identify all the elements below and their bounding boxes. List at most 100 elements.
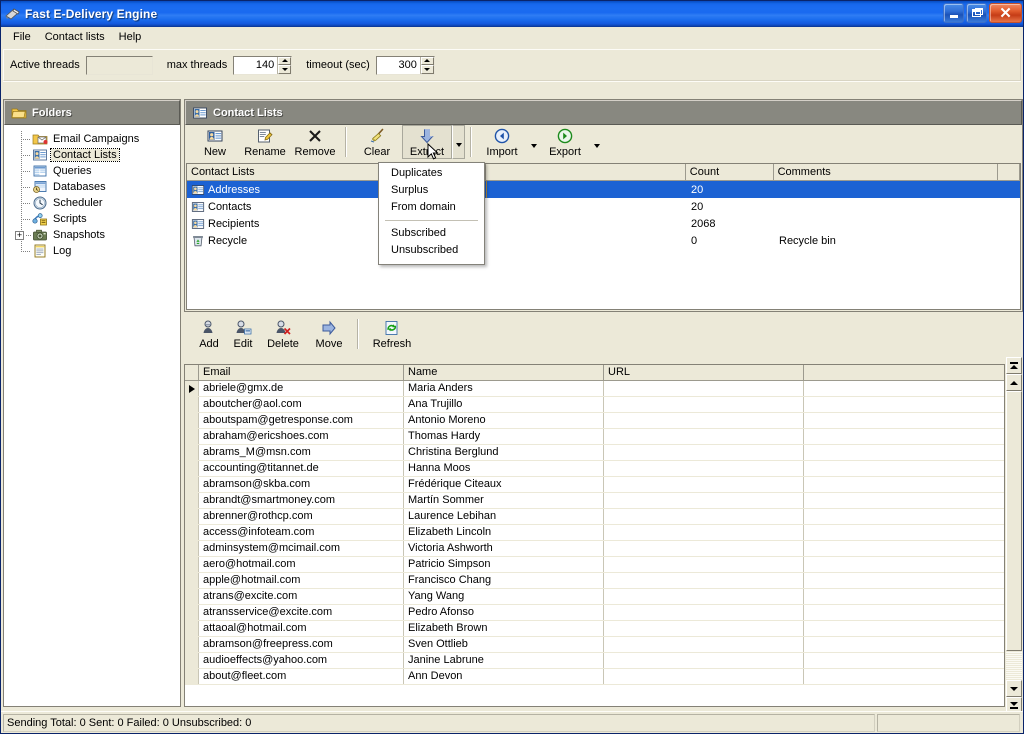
table-row[interactable]: aboutcher@aol.com Ana Trujillo	[185, 397, 1004, 413]
cell-name[interactable]: Pedro Afonso	[404, 605, 604, 620]
cell-name[interactable]: Martín Sommer	[404, 493, 604, 508]
cell-name[interactable]: Maria Anders	[404, 381, 604, 396]
column-header-count[interactable]: Count	[685, 164, 774, 180]
table-row[interactable]: Contacts 20	[187, 198, 1020, 215]
cell-url[interactable]	[604, 461, 804, 476]
cell-email[interactable]: audioeffects@yahoo.com	[199, 653, 404, 668]
cell-url[interactable]	[604, 445, 804, 460]
current-row-marker[interactable]	[185, 381, 199, 396]
scroll-down-button[interactable]	[1006, 680, 1022, 697]
sidebar-item-contact-lists[interactable]: Contact Lists	[10, 147, 180, 163]
cell-email[interactable]: atrans@excite.com	[199, 589, 404, 604]
row-marker[interactable]	[185, 509, 199, 524]
table-row[interactable]: aboutspam@getresponse.com Antonio Moreno	[185, 413, 1004, 429]
row-marker[interactable]	[185, 397, 199, 412]
scrollbar-track[interactable]	[1006, 651, 1022, 680]
table-row[interactable]: abramson@skba.com Frédérique Citeaux	[185, 477, 1004, 493]
table-row[interactable]: Recipients 2068	[187, 215, 1020, 232]
cell-name[interactable]: Francisco Chang	[404, 573, 604, 588]
cell-email[interactable]: aboutcher@aol.com	[199, 397, 404, 412]
scroll-up-button[interactable]	[1006, 374, 1022, 391]
cell-email[interactable]: abraham@ericshoes.com	[199, 429, 404, 444]
row-marker[interactable]	[185, 557, 199, 572]
column-header-comments[interactable]: Comments	[773, 164, 999, 180]
row-marker[interactable]	[185, 525, 199, 540]
table-row[interactable]: audioeffects@yahoo.com Janine Labrune	[185, 653, 1004, 669]
cell-url[interactable]	[604, 525, 804, 540]
scroll-to-top-button[interactable]	[1006, 357, 1022, 374]
cell-url[interactable]	[604, 669, 804, 684]
table-row[interactable]: abriele@gmx.de Maria Anders	[185, 381, 1004, 397]
cell-url[interactable]	[604, 637, 804, 652]
cell-url[interactable]	[604, 477, 804, 492]
edit-contact-button[interactable]: Edit	[226, 317, 260, 350]
cell-email[interactable]: attaoal@hotmail.com	[199, 621, 404, 636]
row-marker[interactable]	[185, 669, 199, 684]
sidebar-item-scheduler[interactable]: Scheduler	[10, 195, 180, 211]
table-row[interactable]: abraham@ericshoes.com Thomas Hardy	[185, 429, 1004, 445]
table-row[interactable]: accounting@titannet.de Hanna Moos	[185, 461, 1004, 477]
column-header-url[interactable]: URL	[604, 365, 804, 380]
menu-item-surplus[interactable]: Surplus	[379, 182, 484, 199]
cell-name[interactable]: Frédérique Citeaux	[404, 477, 604, 492]
sidebar-item-queries[interactable]: Queries	[10, 163, 180, 179]
timeout-spin-down[interactable]	[420, 65, 434, 74]
folders-tree[interactable]: Email Campaigns Contact Lists Queries Da…	[4, 125, 180, 706]
new-list-button[interactable]: New	[190, 125, 240, 158]
row-marker[interactable]	[185, 573, 199, 588]
cell-email[interactable]: aboutspam@getresponse.com	[199, 413, 404, 428]
expand-snapshots-icon[interactable]: +	[15, 231, 24, 240]
table-row[interactable]: atrans@excite.com Yang Wang	[185, 589, 1004, 605]
cell-url[interactable]	[604, 653, 804, 668]
row-marker[interactable]	[185, 541, 199, 556]
row-marker[interactable]	[185, 605, 199, 620]
table-row[interactable]: abrenner@rothcp.com Laurence Lebihan	[185, 509, 1004, 525]
timeout-stepper[interactable]: 300	[375, 55, 435, 75]
sidebar-item-snapshots[interactable]: + Snapshots	[10, 227, 180, 243]
cell-url[interactable]	[604, 573, 804, 588]
timeout-value[interactable]: 300	[376, 56, 420, 74]
cell-email[interactable]: access@infoteam.com	[199, 525, 404, 540]
maximize-button[interactable]	[966, 3, 987, 23]
cell-name[interactable]: Victoria Ashworth	[404, 541, 604, 556]
menu-item-subscribed[interactable]: Subscribed	[379, 225, 484, 242]
row-marker[interactable]	[185, 621, 199, 636]
cell-name[interactable]: Christina Berglund	[404, 445, 604, 460]
column-header-name[interactable]: Name	[404, 365, 604, 380]
cell-name[interactable]: Sven Ottlieb	[404, 637, 604, 652]
cell-email[interactable]: abriele@gmx.de	[199, 381, 404, 396]
add-contact-button[interactable]: Add	[192, 317, 226, 350]
cell-name[interactable]: Ann Devon	[404, 669, 604, 684]
menu-item-duplicates[interactable]: Duplicates	[379, 165, 484, 182]
cell-url[interactable]	[604, 413, 804, 428]
sidebar-item-databases[interactable]: Databases	[10, 179, 180, 195]
timeout-spin-up[interactable]	[420, 56, 434, 65]
cell-name[interactable]: Antonio Moreno	[404, 413, 604, 428]
data-grid-vscrollbar[interactable]	[1005, 357, 1023, 714]
refresh-button[interactable]: Refresh	[364, 317, 420, 350]
column-header-blank[interactable]	[486, 164, 686, 180]
cell-url[interactable]	[604, 621, 804, 636]
table-row[interactable]: Addresses 20	[187, 181, 1020, 198]
row-marker[interactable]	[185, 493, 199, 508]
table-row[interactable]: abrams_M@msn.com Christina Berglund	[185, 445, 1004, 461]
cell-url[interactable]	[604, 509, 804, 524]
row-marker[interactable]	[185, 653, 199, 668]
contacts-data-grid[interactable]: Email Name URL abriele@gmx.de Maria Ander…	[184, 364, 1005, 707]
close-button[interactable]: ✕	[989, 3, 1022, 23]
menu-item-help[interactable]: Help	[112, 29, 149, 45]
export-button[interactable]: Export	[540, 125, 590, 158]
sidebar-item-log[interactable]: Log	[10, 243, 180, 259]
menu-item-from-domain[interactable]: From domain	[379, 199, 484, 216]
cell-email[interactable]: atransservice@excite.com	[199, 605, 404, 620]
contact-lists-grid[interactable]: Contact Lists Count Comments Addresses 2…	[186, 163, 1021, 310]
max-threads-value[interactable]: 140	[234, 56, 278, 74]
cell-url[interactable]	[604, 541, 804, 556]
cell-url[interactable]	[604, 557, 804, 572]
cell-url[interactable]	[604, 429, 804, 444]
table-row[interactable]: access@infoteam.com Elizabeth Lincoln	[185, 525, 1004, 541]
cell-email[interactable]: abrenner@rothcp.com	[199, 509, 404, 524]
menu-item-unsubscribed[interactable]: Unsubscribed	[379, 242, 484, 259]
cell-email[interactable]: apple@hotmail.com	[199, 573, 404, 588]
cell-url[interactable]	[604, 397, 804, 412]
